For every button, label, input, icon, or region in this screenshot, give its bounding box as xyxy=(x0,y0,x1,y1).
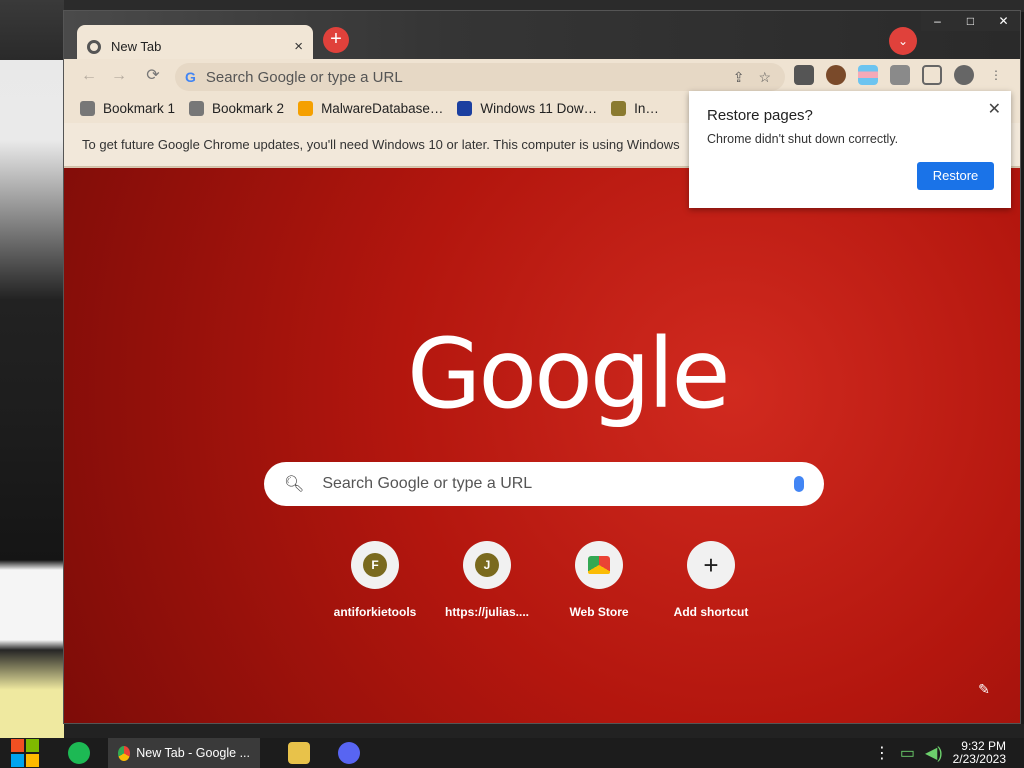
window-controls: – □ ✕ xyxy=(921,11,1020,31)
desktop: New Tab × + ⌄ – □ ✕ ← → ⟳ G Search Googl… xyxy=(0,0,1024,768)
restore-button[interactable]: Restore xyxy=(917,162,994,190)
new-tab-page: Google 🔍︎ Search Google or type a URL F … xyxy=(64,168,1020,723)
shortcuts: F antiforkietools J https://julias.... W… xyxy=(328,541,758,619)
flag-ext-icon[interactable] xyxy=(858,65,878,85)
shortcut-label: Web Store xyxy=(569,605,629,619)
add-shortcut-tile[interactable]: + Add shortcut xyxy=(664,541,758,619)
star-icon[interactable]: ☆ xyxy=(758,69,771,86)
ublock-icon[interactable] xyxy=(794,65,814,85)
puzzle-icon[interactable] xyxy=(890,65,910,85)
discord-icon[interactable] xyxy=(338,742,360,764)
shortcut-tile[interactable]: F antiforkietools xyxy=(328,541,422,619)
maximize-button[interactable]: □ xyxy=(954,11,987,31)
bookmark-icon xyxy=(80,100,95,116)
user-icon xyxy=(611,100,627,116)
google-logo: Google xyxy=(407,318,731,430)
customize-edit-icon[interactable]: ✎ xyxy=(972,677,996,701)
overflow-icon[interactable]: ⋮ xyxy=(874,743,890,763)
x-icon xyxy=(457,100,473,116)
bookmark-icon xyxy=(189,100,205,116)
close-window-button[interactable]: ✕ xyxy=(987,11,1020,31)
profile-icon[interactable] xyxy=(954,65,974,85)
search-icon: 🔍︎ xyxy=(284,476,305,493)
profile-ext-icon[interactable] xyxy=(826,65,846,85)
minimize-button[interactable]: – xyxy=(921,11,954,31)
restore-title: Restore pages? xyxy=(707,107,813,124)
background-windows xyxy=(64,724,1024,738)
plus-icon: + xyxy=(687,541,735,589)
bookmark-5[interactable]: In… xyxy=(611,100,659,116)
google-icon: G xyxy=(185,69,196,85)
menu-icon[interactable]: ⋮ xyxy=(986,65,1006,85)
volume-icon[interactable]: ◀) xyxy=(925,743,943,763)
omnibox-input[interactable]: Search Google or type a URL xyxy=(206,69,733,86)
share-icon[interactable]: ⇪ xyxy=(733,69,745,86)
back-button[interactable]: ← xyxy=(78,65,100,87)
tab-title: New Tab xyxy=(111,39,162,54)
background-windows xyxy=(0,0,64,738)
tab-search-button[interactable]: ⌄ xyxy=(889,27,917,55)
ntp-search-input[interactable]: Search Google or type a URL xyxy=(322,475,794,493)
new-tab-button[interactable]: + xyxy=(323,27,349,53)
omnibox[interactable]: G Search Google or type a URL ⇪ ☆ xyxy=(175,63,785,91)
spotify-icon[interactable] xyxy=(68,742,90,764)
bookmark-1[interactable]: Bookmark 1 xyxy=(80,100,175,116)
close-icon[interactable]: ✕ xyxy=(988,99,1001,119)
bookmark-2[interactable]: Bookmark 2 xyxy=(189,100,284,116)
extension-icons: ⋮ xyxy=(794,65,1006,85)
bookmark-3[interactable]: MalwareDatabase… xyxy=(298,100,443,116)
clock[interactable]: 9:32 PM 2/23/2023 xyxy=(953,740,1006,766)
ph-icon xyxy=(298,100,314,116)
reload-button[interactable]: ⟳ xyxy=(142,65,164,87)
web-store-icon xyxy=(575,541,623,589)
ntp-search-box[interactable]: 🔍︎ Search Google or type a URL xyxy=(264,462,824,506)
forward-button[interactable]: → xyxy=(108,65,130,87)
sidepanel-icon[interactable] xyxy=(922,65,942,85)
taskbar-chrome-task[interactable]: New Tab - Google ... xyxy=(108,738,260,768)
shortcut-label: https://julias.... xyxy=(444,605,529,619)
folder-icon[interactable] xyxy=(288,742,310,764)
bookmark-4[interactable]: Windows 11 Dow… xyxy=(457,100,597,116)
chrome-icon xyxy=(118,745,131,761)
system-tray: ⋮ ▭ ◀) 9:32 PM 2/23/2023 xyxy=(874,740,1006,766)
close-tab-icon[interactable]: × xyxy=(294,38,303,55)
shortcut-tile[interactable]: Web Store xyxy=(552,541,646,619)
toolbar: ← → ⟳ G Search Google or type a URL ⇪ ☆ … xyxy=(64,59,1020,93)
restore-message: Chrome didn't shut down correctly. xyxy=(707,132,899,146)
restore-pages-popup: Restore pages? Chrome didn't shut down c… xyxy=(689,91,1011,208)
shortcut-label: antiforkietools xyxy=(333,605,417,619)
microphone-icon[interactable] xyxy=(794,476,804,492)
shortcut-icon: J xyxy=(463,541,511,589)
taskbar: New Tab - Google ... ⋮ ▭ ◀) 9:32 PM 2/23… xyxy=(0,738,1024,768)
start-button-icon[interactable] xyxy=(10,738,40,768)
shortcut-label: Add shortcut xyxy=(673,605,749,619)
chrome-icon xyxy=(87,39,101,54)
shortcut-tile[interactable]: J https://julias.... xyxy=(440,541,534,619)
network-icon[interactable]: ▭ xyxy=(900,743,915,763)
shortcut-icon: F xyxy=(351,541,399,589)
